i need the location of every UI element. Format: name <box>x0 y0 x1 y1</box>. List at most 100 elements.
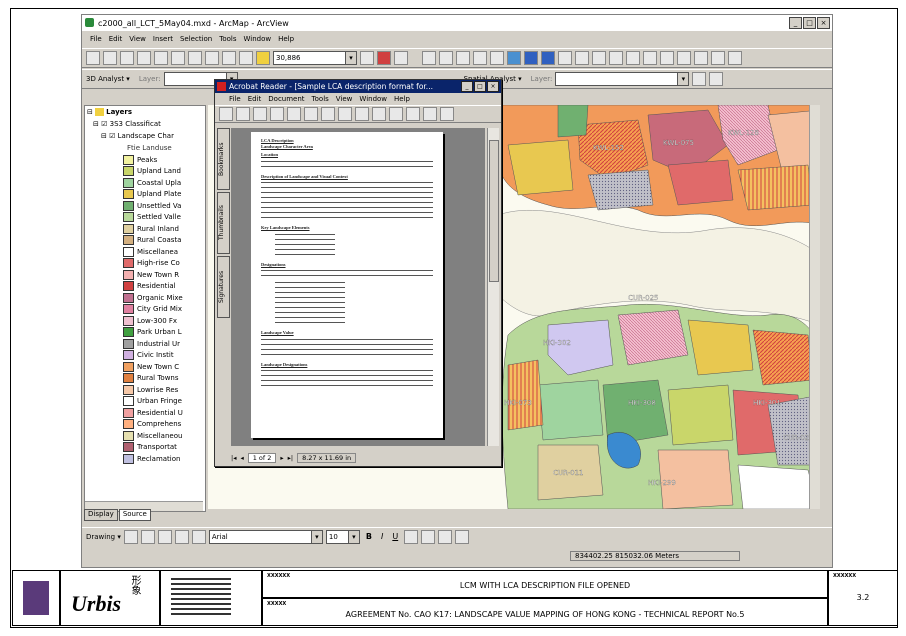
3d-analyst-menu[interactable]: 3D Analyst ▾ <box>86 75 130 83</box>
acrobat-menu-window[interactable]: Window <box>359 95 387 103</box>
forward-extent-icon[interactable] <box>541 51 555 65</box>
undo-icon[interactable] <box>222 51 236 65</box>
tab-source[interactable]: Source <box>118 509 151 521</box>
info-icon[interactable] <box>694 51 708 65</box>
save-icon[interactable] <box>120 51 134 65</box>
document-area[interactable]: LCA Description Landscape Character Area… <box>231 128 485 446</box>
next-page-icon[interactable]: ▸ <box>280 454 283 462</box>
select-features-icon[interactable] <box>558 51 572 65</box>
collapse-icon[interactable]: ⊟ <box>87 108 93 116</box>
raster-icon[interactable] <box>709 72 724 86</box>
layers-root[interactable]: ⊟ Layers <box>85 106 205 118</box>
fixed-zoom-in-icon[interactable] <box>456 51 470 65</box>
next-page-icon[interactable] <box>355 107 369 121</box>
save-icon[interactable] <box>236 107 250 121</box>
menu-tools[interactable]: Tools <box>219 35 236 43</box>
rectangle-icon[interactable] <box>157 529 172 544</box>
tab-bookmarks[interactable]: Bookmarks <box>217 128 230 190</box>
collapse-icon[interactable]: ⊟ <box>101 132 107 140</box>
menu-selection[interactable]: Selection <box>180 35 212 43</box>
redo-icon[interactable] <box>239 51 253 65</box>
menu-edit[interactable]: Edit <box>109 35 123 43</box>
first-page-icon[interactable]: |◂ <box>231 454 236 462</box>
open-icon[interactable] <box>103 51 117 65</box>
paste-icon[interactable] <box>188 51 202 65</box>
copy-icon[interactable] <box>171 51 185 65</box>
menu-insert[interactable]: Insert <box>153 35 173 43</box>
acrobat-vscrollbar[interactable] <box>487 128 499 446</box>
email-icon[interactable] <box>270 107 284 121</box>
text-icon[interactable] <box>174 529 189 544</box>
whats-this-icon[interactable] <box>394 51 408 65</box>
italic-button[interactable]: I <box>378 532 386 541</box>
menu-window[interactable]: Window <box>244 35 272 43</box>
collapse-icon[interactable]: ⊟ <box>93 120 99 128</box>
pointer-icon[interactable] <box>677 51 691 65</box>
hyperlink-icon[interactable] <box>660 51 674 65</box>
checkbox-checked-icon[interactable]: ☑ <box>101 120 107 128</box>
new-icon[interactable] <box>86 51 100 65</box>
line-color-icon[interactable] <box>438 529 453 544</box>
hand-tool-icon[interactable] <box>389 107 403 121</box>
acrobat-menu-tools[interactable]: Tools <box>312 95 329 103</box>
layer-combo-2[interactable]: ▾ <box>555 72 690 86</box>
map-vscrollbar[interactable] <box>809 105 820 509</box>
pan-icon[interactable] <box>490 51 504 65</box>
prev-page-icon[interactable] <box>338 107 352 121</box>
zoom-in-icon[interactable] <box>422 51 436 65</box>
tab-signatures[interactable]: Signatures <box>217 256 230 318</box>
fixed-zoom-out-icon[interactable] <box>473 51 487 65</box>
zoom-icon[interactable] <box>406 107 420 121</box>
underline-button[interactable]: U <box>389 532 401 541</box>
clear-selection-icon[interactable] <box>575 51 589 65</box>
menu-file[interactable]: File <box>90 35 102 43</box>
back-extent-icon[interactable] <box>524 51 538 65</box>
acrobat-menu-view[interactable]: View <box>336 95 353 103</box>
menu-help[interactable]: Help <box>278 35 294 43</box>
tab-thumbnails[interactable]: Thumbnails <box>217 192 230 254</box>
search-icon[interactable] <box>287 107 301 121</box>
rotate-icon[interactable] <box>140 529 155 544</box>
acrobat-reader-window[interactable]: Acrobat Reader - [Sample LCA description… <box>214 79 502 467</box>
checkbox-checked-icon[interactable]: ☑ <box>109 132 115 140</box>
menu-view[interactable]: View <box>129 35 146 43</box>
lightning-icon[interactable] <box>728 51 742 65</box>
select-elements-icon[interactable] <box>592 51 606 65</box>
cut-icon[interactable] <box>154 51 168 65</box>
acrobat-menu-document[interactable]: Document <box>268 95 304 103</box>
marker-color-icon[interactable] <box>455 529 470 544</box>
font-size-combo[interactable]: 10 ▾ <box>325 529 360 544</box>
first-page-icon[interactable] <box>321 107 335 121</box>
close-button[interactable]: × <box>487 81 499 92</box>
zoom-out-icon[interactable] <box>439 51 453 65</box>
scale-combo[interactable]: 30,886 ▾ <box>273 51 357 65</box>
maximize-button[interactable]: □ <box>474 81 486 92</box>
font-combo[interactable]: Arial ▾ <box>208 529 323 544</box>
acrobat-menu-help[interactable]: Help <box>394 95 410 103</box>
add-data-icon[interactable] <box>256 51 270 65</box>
binoculars-icon[interactable] <box>711 51 725 65</box>
maximize-button[interactable]: □ <box>803 17 816 29</box>
scroll-thumb[interactable] <box>489 140 499 282</box>
histogram-icon[interactable] <box>692 72 707 86</box>
measure-icon[interactable] <box>643 51 657 65</box>
arctoolbox-icon[interactable] <box>377 51 391 65</box>
toc-group-1[interactable]: ⊟ ☑ 3S3 Classificat <box>85 118 205 130</box>
bold-button[interactable]: B <box>363 532 375 541</box>
minimize-button[interactable]: _ <box>461 81 473 92</box>
tab-display[interactable]: Display <box>84 509 118 521</box>
picture-icon[interactable] <box>191 529 206 544</box>
delete-icon[interactable] <box>205 51 219 65</box>
acrobat-menu-edit[interactable]: Edit <box>248 95 262 103</box>
close-button[interactable]: × <box>817 17 830 29</box>
editor-icon[interactable] <box>360 51 374 65</box>
minimize-button[interactable]: _ <box>789 17 802 29</box>
rotate-icon[interactable] <box>440 107 454 121</box>
drawing-menu[interactable]: Drawing ▾ <box>86 533 121 541</box>
toc-group-2[interactable]: ⊟ ☑ Landscape Char <box>85 130 205 142</box>
find-icon[interactable] <box>626 51 640 65</box>
fill-color-icon[interactable] <box>421 529 436 544</box>
identify-icon[interactable] <box>609 51 623 65</box>
print-icon[interactable] <box>253 107 267 121</box>
open-icon[interactable] <box>219 107 233 121</box>
